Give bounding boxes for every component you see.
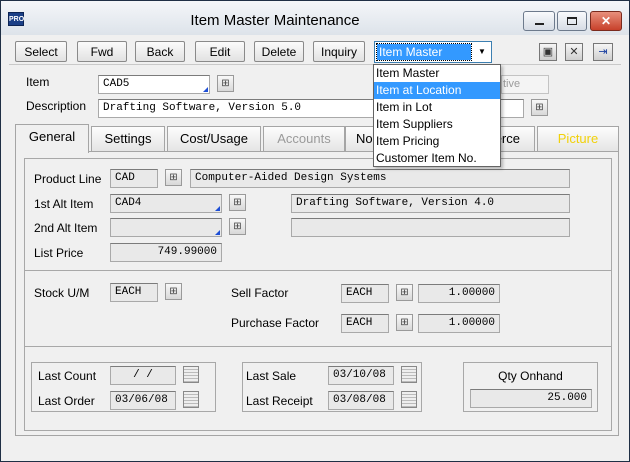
sell-um-field[interactable]: EACH bbox=[341, 284, 389, 303]
purchase-factor-field[interactable]: 1.00000 bbox=[418, 314, 500, 333]
lookup-icon[interactable]: ⊞ bbox=[165, 283, 182, 300]
menu-item-customer-item-no[interactable]: Customer Item No. bbox=[374, 150, 500, 167]
list-price-label: List Price bbox=[34, 246, 84, 260]
back-button[interactable]: Back bbox=[135, 41, 185, 62]
alt1-description: Drafting Software, Version 4.0 bbox=[291, 194, 570, 213]
qty-onhand-label: Qty Onhand bbox=[498, 369, 563, 383]
item-field[interactable]: CAD5 bbox=[98, 75, 210, 94]
menu-item-item-suppliers[interactable]: Item Suppliers bbox=[374, 116, 500, 133]
sale-receipt-group: Last Sale 03/10/08 Last Receipt 03/08/08 bbox=[242, 362, 422, 412]
alt2-description bbox=[291, 218, 570, 237]
minimize-button[interactable] bbox=[523, 11, 555, 31]
menu-item-item-in-lot[interactable]: Item in Lot bbox=[374, 99, 500, 116]
status-select: tive bbox=[501, 75, 549, 94]
lookup-icon[interactable]: ⊞ bbox=[165, 169, 182, 186]
last-sale-label: Last Sale bbox=[246, 369, 297, 383]
maximize-icon bbox=[567, 17, 577, 25]
view-select[interactable]: Item Master ▼ bbox=[374, 41, 492, 63]
close-icon: ✕ bbox=[600, 14, 612, 28]
alt2-label: 2nd Alt Item bbox=[34, 221, 98, 235]
lookup-icon[interactable]: ⊞ bbox=[229, 194, 246, 211]
last-receipt-field[interactable]: 03/08/08 bbox=[328, 391, 394, 410]
sell-factor-field[interactable]: 1.00000 bbox=[418, 284, 500, 303]
product-line-label: Product Line bbox=[34, 172, 102, 186]
purchase-factor-label: Purchase Factor bbox=[231, 316, 320, 330]
delete-button[interactable]: Delete bbox=[254, 41, 304, 62]
stock-um-label: Stock U/M bbox=[34, 286, 90, 300]
menu-item-item-at-location[interactable]: Item at Location bbox=[374, 82, 500, 99]
product-line-code[interactable]: CAD bbox=[110, 169, 158, 188]
calendar-icon[interactable] bbox=[401, 391, 417, 408]
tab-notes[interactable]: No bbox=[345, 126, 375, 151]
menu-item-item-master[interactable]: Item Master bbox=[374, 65, 500, 82]
product-line-description: Computer-Aided Design Systems bbox=[190, 169, 570, 188]
close-button[interactable]: ✕ bbox=[590, 11, 622, 31]
qty-onhand-group: Qty Onhand 25.000 bbox=[463, 362, 598, 412]
last-sale-field[interactable]: 03/10/08 bbox=[328, 366, 394, 385]
item-master-window: PRO Item Master Maintenance ✕ Select Fwd… bbox=[0, 0, 630, 462]
count-order-group: Last Count / / Last Order 03/06/08 bbox=[31, 362, 216, 412]
general-tab-panel: Product Line CAD ⊞ Computer-Aided Design… bbox=[15, 151, 619, 436]
tab-settings[interactable]: Settings bbox=[91, 126, 165, 151]
alt1-item-field[interactable]: CAD4 bbox=[110, 194, 222, 213]
chevron-down-icon[interactable]: ▼ bbox=[474, 43, 490, 61]
purchase-um-field[interactable]: EACH bbox=[341, 314, 389, 333]
exit-icon[interactable]: ⇥ bbox=[593, 43, 613, 61]
maximize-button[interactable] bbox=[557, 11, 587, 31]
stock-um-field[interactable]: EACH bbox=[110, 283, 158, 302]
calendar-icon[interactable] bbox=[183, 391, 199, 408]
tab-cost-usage[interactable]: Cost/Usage bbox=[167, 126, 261, 151]
lookup-icon[interactable]: ⊞ bbox=[531, 99, 548, 116]
save-icon[interactable]: ▣ bbox=[539, 43, 557, 61]
tab-picture[interactable]: Picture bbox=[537, 126, 619, 151]
lookup-icon[interactable]: ⊞ bbox=[396, 314, 413, 331]
general-frame: Product Line CAD ⊞ Computer-Aided Design… bbox=[24, 158, 612, 431]
menu-item-item-pricing[interactable]: Item Pricing bbox=[374, 133, 500, 150]
section-divider bbox=[25, 346, 611, 347]
edit-button[interactable]: Edit bbox=[195, 41, 245, 62]
toolbar: Select Fwd Back Edit Delete Inquiry Item… bbox=[9, 37, 621, 65]
tab-accounts: Accounts bbox=[263, 126, 345, 151]
item-label: Item bbox=[26, 75, 50, 89]
description-label: Description bbox=[26, 99, 87, 113]
forward-button[interactable]: Fwd bbox=[77, 41, 127, 62]
section-divider bbox=[25, 270, 611, 271]
alt2-item-field[interactable] bbox=[110, 218, 222, 237]
lookup-icon[interactable]: ⊞ bbox=[396, 284, 413, 301]
calendar-icon[interactable] bbox=[183, 366, 199, 383]
lookup-icon[interactable]: ⊞ bbox=[217, 75, 234, 92]
sell-factor-label: Sell Factor bbox=[231, 286, 289, 300]
qty-onhand-field: 25.000 bbox=[470, 389, 592, 408]
last-order-field[interactable]: 03/06/08 bbox=[110, 391, 176, 410]
alt1-label: 1st Alt Item bbox=[34, 197, 94, 211]
window-title: Item Master Maintenance bbox=[190, 12, 360, 29]
view-select-value: Item Master bbox=[376, 43, 472, 61]
view-dropdown-list: Item Master Item at Location Item in Lot… bbox=[373, 64, 501, 167]
tab-strip: General Settings Cost/Usage Accounts No … bbox=[15, 124, 619, 153]
minimize-icon bbox=[534, 22, 544, 25]
select-button[interactable]: Select bbox=[15, 41, 67, 62]
tab-general[interactable]: General bbox=[15, 124, 89, 153]
calendar-icon[interactable] bbox=[401, 366, 417, 383]
inquiry-button[interactable]: Inquiry bbox=[313, 41, 365, 62]
last-order-label: Last Order bbox=[38, 394, 95, 408]
last-count-field[interactable]: / / bbox=[110, 366, 176, 385]
delete-record-icon[interactable]: ✕ bbox=[565, 43, 583, 61]
list-price-field[interactable]: 749.99000 bbox=[110, 243, 222, 262]
lookup-icon[interactable]: ⊞ bbox=[229, 218, 246, 235]
title-bar[interactable]: PRO Item Master Maintenance ✕ bbox=[1, 1, 629, 35]
last-count-label: Last Count bbox=[38, 369, 97, 383]
last-receipt-label: Last Receipt bbox=[246, 394, 313, 408]
